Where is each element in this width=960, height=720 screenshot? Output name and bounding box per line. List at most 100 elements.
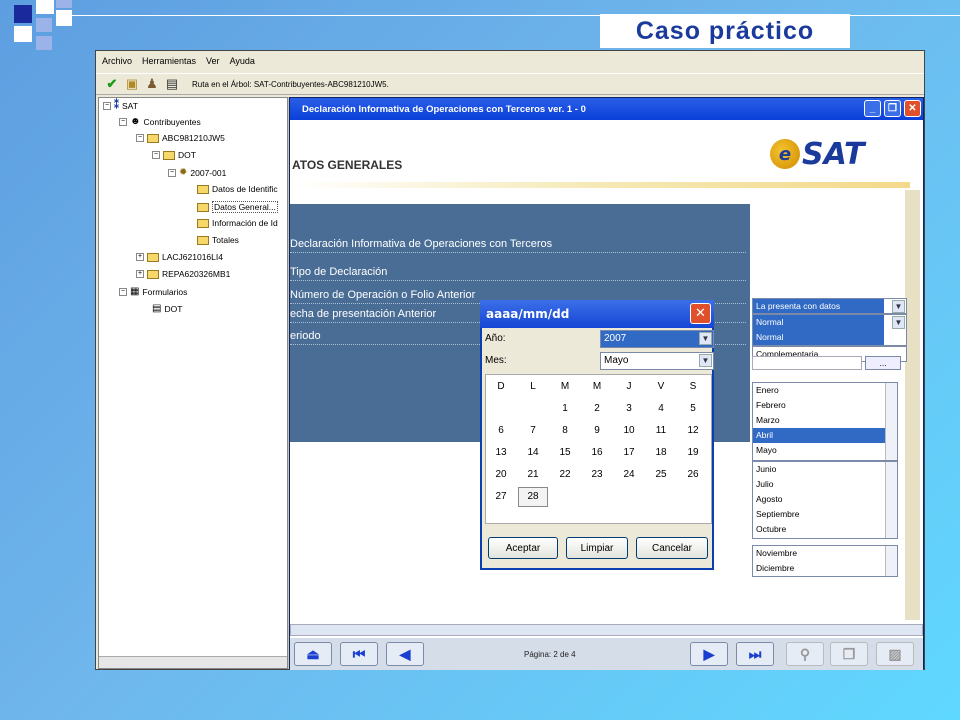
clear-button[interactable]: Limpiar xyxy=(566,537,628,559)
tree-leaf-identificacion[interactable]: Datos de Identific xyxy=(197,184,278,194)
users-icon[interactable]: ♟ xyxy=(144,76,160,92)
calendar-day[interactable]: 24 xyxy=(618,467,640,483)
list-item[interactable]: Febrero xyxy=(753,398,897,413)
tree-node-formularios[interactable]: − ▦ Formularios xyxy=(119,286,187,297)
close-icon[interactable]: ✕ xyxy=(690,303,711,324)
list-item[interactable]: Abril xyxy=(753,428,897,443)
calendar-day[interactable]: 23 xyxy=(586,467,608,483)
calendar-day[interactable]: 1 xyxy=(554,401,576,417)
calendar-day[interactable]: 16 xyxy=(586,445,608,461)
calendar-day[interactable]: 15 xyxy=(554,445,576,461)
exit-icon[interactable]: ▨ xyxy=(876,642,914,666)
calendar-day[interactable]: 12 xyxy=(682,423,704,439)
close-icon[interactable]: ✕ xyxy=(904,100,921,117)
calendar-day[interactable]: 22 xyxy=(554,467,576,483)
tree-node-form-dot[interactable]: ▤ DOT xyxy=(152,303,182,314)
vertical-scrollbar[interactable] xyxy=(885,462,897,538)
menu-ver[interactable]: Ver xyxy=(206,56,220,66)
tree-node-contribuyentes[interactable]: − ☻ Contribuyentes xyxy=(119,116,201,127)
menu-ayuda[interactable]: Ayuda xyxy=(230,56,255,66)
calendar-day[interactable]: 17 xyxy=(618,445,640,461)
calendar-day[interactable]: 28 xyxy=(518,487,548,507)
chevron-down-icon[interactable]: ▼ xyxy=(892,316,905,329)
chevron-down-icon[interactable]: ▼ xyxy=(892,300,905,313)
calendar-day[interactable]: 6 xyxy=(490,423,512,439)
tree-node-rfc-abc[interactable]: − ABC981210JW5 xyxy=(136,133,225,143)
tree-leaf-totales[interactable]: Totales xyxy=(197,235,239,245)
document-icon[interactable]: ▤ xyxy=(164,76,180,92)
calendar-day[interactable]: 26 xyxy=(682,467,704,483)
list-item[interactable]: Junio xyxy=(753,462,897,477)
tree-leaf-generales[interactable]: Datos General... xyxy=(197,201,278,213)
chevron-down-icon[interactable]: ▼ xyxy=(699,354,712,367)
tree-leaf-informacion[interactable]: Información de Id xyxy=(197,218,278,228)
menu-archivo[interactable]: Archivo xyxy=(102,56,132,66)
tree-node-dot[interactable]: − DOT xyxy=(152,150,196,160)
collapse-icon[interactable]: − xyxy=(152,151,160,159)
folio-browse-button[interactable]: ... xyxy=(865,356,901,370)
calendar-day[interactable]: 19 xyxy=(682,445,704,461)
collapse-icon[interactable]: − xyxy=(136,134,144,142)
calendar-day[interactable]: 21 xyxy=(522,467,544,483)
month-select[interactable]: Mayo ▼ xyxy=(600,352,714,370)
collapse-icon[interactable]: − xyxy=(119,287,127,296)
month-list-middle[interactable]: Junio Julio Agosto Septiembre Octubre xyxy=(752,461,898,539)
previous-page-icon[interactable]: ◀ xyxy=(386,642,424,666)
list-item[interactable]: Septiembre xyxy=(753,507,897,522)
list-item[interactable]: Agosto xyxy=(753,492,897,507)
tree-node-rfc-lacj[interactable]: + LACJ621016LI4 xyxy=(136,252,223,262)
calendar-day[interactable]: 7 xyxy=(522,423,544,439)
folio-field[interactable] xyxy=(752,356,862,370)
next-page-icon[interactable]: ▶ xyxy=(690,642,728,666)
list-item[interactable]: Diciembre xyxy=(753,561,897,576)
expand-icon[interactable]: + xyxy=(136,270,144,278)
accept-button[interactable]: Aceptar xyxy=(488,537,558,559)
menu-herramientas[interactable]: Herramientas xyxy=(142,56,196,66)
search-icon[interactable]: ⚲ xyxy=(786,642,824,666)
declaration-type-combo[interactable]: La presenta con datos ▼ xyxy=(752,298,907,314)
cancel-button[interactable]: Cancelar xyxy=(636,537,708,559)
collapse-icon[interactable]: − xyxy=(168,168,176,177)
calendar-day[interactable]: 25 xyxy=(650,467,672,483)
list-item[interactable]: Mayo xyxy=(753,443,897,458)
tree-node-period[interactable]: − ✹ 2007-001 xyxy=(168,167,226,178)
eject-icon[interactable]: ⏏ xyxy=(294,642,332,666)
year-select[interactable]: 2007 ▼ xyxy=(600,330,714,348)
list-item[interactable]: Julio xyxy=(753,477,897,492)
list-item[interactable]: Octubre xyxy=(753,522,897,537)
calendar-day[interactable]: 3 xyxy=(618,401,640,417)
calendar-day[interactable]: 14 xyxy=(522,445,544,461)
list-item[interactable]: Normal xyxy=(753,330,884,345)
copy-icon[interactable]: ❐ xyxy=(830,642,868,666)
chevron-down-icon[interactable]: ▼ xyxy=(699,332,712,345)
first-page-icon[interactable]: ⏮ xyxy=(340,642,378,666)
calendar-day[interactable]: 10 xyxy=(618,423,640,439)
vertical-scrollbar[interactable] xyxy=(885,383,897,460)
month-list-top[interactable]: Enero Febrero Marzo Abril Mayo xyxy=(752,382,898,461)
collapse-icon[interactable]: − xyxy=(119,117,127,126)
calendar-day[interactable]: 27 xyxy=(490,489,512,505)
list-item[interactable]: Normal xyxy=(753,315,884,330)
tree-node-sat[interactable]: − ⁑ SAT xyxy=(103,100,138,111)
check-icon[interactable]: ✔ xyxy=(104,76,120,92)
collapse-icon[interactable]: − xyxy=(103,101,111,110)
calendar-day[interactable]: 20 xyxy=(490,467,512,483)
calendar-day[interactable]: 4 xyxy=(650,401,672,417)
list-item[interactable]: Marzo xyxy=(753,413,897,428)
calendar-day[interactable]: 2 xyxy=(586,401,608,417)
lock-icon[interactable]: ▣ xyxy=(124,76,140,92)
month-list-bottom[interactable]: Noviembre Diciembre xyxy=(752,545,898,577)
form-horizontal-scrollbar[interactable] xyxy=(290,624,923,636)
tree-horizontal-scrollbar[interactable] xyxy=(99,656,287,668)
minimize-icon[interactable]: _ xyxy=(864,100,881,117)
declaration-type-list[interactable]: Normal Normal ▼ xyxy=(752,314,907,346)
tree-node-rfc-repa[interactable]: + REPA620326MB1 xyxy=(136,269,230,279)
calendar-day[interactable]: 11 xyxy=(650,423,672,439)
calendar-day[interactable]: 8 xyxy=(554,423,576,439)
vertical-scrollbar[interactable] xyxy=(885,546,897,576)
calendar-day[interactable]: 9 xyxy=(586,423,608,439)
restore-icon[interactable]: ❐ xyxy=(884,100,901,117)
calendar-day[interactable]: 13 xyxy=(490,445,512,461)
calendar-day[interactable]: 18 xyxy=(650,445,672,461)
list-item[interactable]: Noviembre xyxy=(753,546,897,561)
